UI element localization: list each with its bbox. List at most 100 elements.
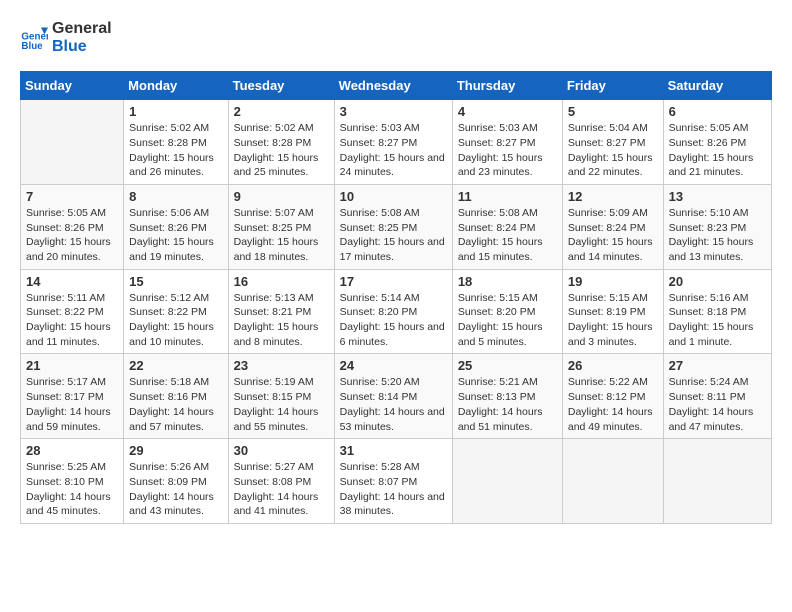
day-number: 18 xyxy=(458,274,557,289)
calendar-cell: 3Sunrise: 5:03 AMSunset: 8:27 PMDaylight… xyxy=(334,100,452,185)
calendar-cell: 13 Sunrise: 5:10 AMSunset: 8:23 PMDayligh… xyxy=(663,184,771,269)
day-number: 14 xyxy=(26,274,118,289)
day-number: 30 xyxy=(234,443,329,458)
calendar-cell: 9Sunrise: 5:07 AMSunset: 8:25 PMDaylight… xyxy=(228,184,334,269)
calendar-cell: 25 Sunrise: 5:21 AMSunset: 8:13 PMDayligh… xyxy=(452,354,562,439)
calendar-cell xyxy=(562,439,663,524)
cell-content: Sunrise: 5:28 AMSunset: 8:07 PMDaylight:… xyxy=(340,460,447,519)
cell-content: Sunrise: 5:19 AMSunset: 8:15 PMDaylight:… xyxy=(234,375,329,434)
calendar-cell xyxy=(21,100,124,185)
day-number: 8 xyxy=(129,189,222,204)
logo: General Blue General Blue xyxy=(20,20,112,55)
cell-content: Sunrise: 5:05 AMSunset: 8:26 PMDaylight:… xyxy=(669,121,766,180)
weekday-header-friday: Friday xyxy=(562,72,663,100)
day-number: 15 xyxy=(129,274,222,289)
cell-content: Sunrise: 5:15 AMSunset: 8:19 PMDaylight:… xyxy=(568,291,658,350)
weekday-header-row: SundayMondayTuesdayWednesdayThursdayFrid… xyxy=(21,72,772,100)
calendar-cell xyxy=(663,439,771,524)
cell-content: Sunrise: 5:15 AMSunset: 8:20 PMDaylight:… xyxy=(458,291,557,350)
calendar-cell: 6 Sunrise: 5:05 AMSunset: 8:26 PMDaylight… xyxy=(663,100,771,185)
day-number: 25 xyxy=(458,358,557,373)
cell-content: Sunrise: 5:25 AMSunset: 8:10 PMDaylight:… xyxy=(26,460,118,519)
day-number: 24 xyxy=(340,358,447,373)
cell-content: Sunrise: 5:17 AMSunset: 8:17 PMDaylight:… xyxy=(26,375,118,434)
day-number: 29 xyxy=(129,443,222,458)
day-number: 2 xyxy=(234,104,329,119)
calendar-cell: 4 Sunrise: 5:03 AMSunset: 8:27 PMDaylight… xyxy=(452,100,562,185)
day-number: 22 xyxy=(129,358,222,373)
calendar-cell: 28 Sunrise: 5:25 AMSunset: 8:10 PMDayligh… xyxy=(21,439,124,524)
calendar-cell: 7 Sunrise: 5:05 AMSunset: 8:26 PMDaylight… xyxy=(21,184,124,269)
weekday-header-saturday: Saturday xyxy=(663,72,771,100)
calendar-week-2: 7 Sunrise: 5:05 AMSunset: 8:26 PMDaylight… xyxy=(21,184,772,269)
day-number: 10 xyxy=(340,189,447,204)
day-number: 28 xyxy=(26,443,118,458)
cell-content: Sunrise: 5:11 AMSunset: 8:22 PMDaylight:… xyxy=(26,291,118,350)
calendar-cell: 5 Sunrise: 5:04 AMSunset: 8:27 PMDaylight… xyxy=(562,100,663,185)
cell-content: Sunrise: 5:03 AMSunset: 8:27 PMDaylight:… xyxy=(458,121,557,180)
day-number: 6 xyxy=(669,104,766,119)
day-number: 31 xyxy=(340,443,447,458)
calendar-cell: 24 Sunrise: 5:20 AMSunset: 8:14 PMDayligh… xyxy=(334,354,452,439)
cell-content: Sunrise: 5:08 AMSunset: 8:24 PMDaylight:… xyxy=(458,206,557,265)
day-number: 7 xyxy=(26,189,118,204)
cell-content: Sunrise: 5:03 AMSunset: 8:27 PMDaylight:… xyxy=(340,121,447,180)
cell-content: Sunrise: 5:04 AMSunset: 8:27 PMDaylight:… xyxy=(568,121,658,180)
calendar-cell: 1 Sunrise: 5:02 AMSunset: 8:28 PMDaylight… xyxy=(124,100,228,185)
logo-icon: General Blue xyxy=(20,24,48,52)
day-number: 21 xyxy=(26,358,118,373)
cell-content: Sunrise: 5:22 AMSunset: 8:12 PMDaylight:… xyxy=(568,375,658,434)
day-number: 17 xyxy=(340,274,447,289)
cell-content: Sunrise: 5:26 AMSunset: 8:09 PMDaylight:… xyxy=(129,460,222,519)
calendar-cell: 14 Sunrise: 5:11 AMSunset: 8:22 PMDayligh… xyxy=(21,269,124,354)
calendar-cell: 26 Sunrise: 5:22 AMSunset: 8:12 PMDayligh… xyxy=(562,354,663,439)
calendar-cell: 12Sunrise: 5:09 AMSunset: 8:24 PMDayligh… xyxy=(562,184,663,269)
calendar-cell: 16 Sunrise: 5:13 AMSunset: 8:21 PMDayligh… xyxy=(228,269,334,354)
cell-content: Sunrise: 5:13 AMSunset: 8:21 PMDaylight:… xyxy=(234,291,329,350)
calendar-cell: 10 Sunrise: 5:08 AMSunset: 8:25 PMDayligh… xyxy=(334,184,452,269)
calendar-cell: 20Sunrise: 5:16 AMSunset: 8:18 PMDayligh… xyxy=(663,269,771,354)
calendar-week-3: 14 Sunrise: 5:11 AMSunset: 8:22 PMDayligh… xyxy=(21,269,772,354)
calendar-cell: 8 Sunrise: 5:06 AMSunset: 8:26 PMDaylight… xyxy=(124,184,228,269)
logo-line1: General xyxy=(52,20,112,38)
weekday-header-monday: Monday xyxy=(124,72,228,100)
cell-content: Sunrise: 5:12 AMSunset: 8:22 PMDaylight:… xyxy=(129,291,222,350)
day-number: 16 xyxy=(234,274,329,289)
cell-content: Sunrise: 5:02 AMSunset: 8:28 PMDaylight:… xyxy=(129,121,222,180)
cell-content: Sunrise: 5:14 AMSunset: 8:20 PMDaylight:… xyxy=(340,291,447,350)
calendar-table: SundayMondayTuesdayWednesdayThursdayFrid… xyxy=(20,71,772,524)
cell-content: Sunrise: 5:06 AMSunset: 8:26 PMDaylight:… xyxy=(129,206,222,265)
calendar-cell: 30 Sunrise: 5:27 AMSunset: 8:08 PMDayligh… xyxy=(228,439,334,524)
day-number: 20 xyxy=(669,274,766,289)
day-number: 27 xyxy=(669,358,766,373)
cell-content: Sunrise: 5:21 AMSunset: 8:13 PMDaylight:… xyxy=(458,375,557,434)
cell-content: Sunrise: 5:20 AMSunset: 8:14 PMDaylight:… xyxy=(340,375,447,434)
day-number: 9 xyxy=(234,189,329,204)
calendar-cell: 29 Sunrise: 5:26 AMSunset: 8:09 PMDayligh… xyxy=(124,439,228,524)
day-number: 4 xyxy=(458,104,557,119)
calendar-cell: 2 Sunrise: 5:02 AMSunset: 8:28 PMDaylight… xyxy=(228,100,334,185)
day-number: 19 xyxy=(568,274,658,289)
day-number: 1 xyxy=(129,104,222,119)
calendar-cell: 19 Sunrise: 5:15 AMSunset: 8:19 PMDayligh… xyxy=(562,269,663,354)
weekday-header-tuesday: Tuesday xyxy=(228,72,334,100)
weekday-header-wednesday: Wednesday xyxy=(334,72,452,100)
cell-content: Sunrise: 5:08 AMSunset: 8:25 PMDaylight:… xyxy=(340,206,447,265)
calendar-week-4: 21 Sunrise: 5:17 AMSunset: 8:17 PMDayligh… xyxy=(21,354,772,439)
cell-content: Sunrise: 5:10 AMSunset: 8:23 PMDaylight:… xyxy=(669,206,766,265)
day-number: 11 xyxy=(458,189,557,204)
day-number: 26 xyxy=(568,358,658,373)
day-number: 13 xyxy=(669,189,766,204)
weekday-header-sunday: Sunday xyxy=(21,72,124,100)
day-number: 5 xyxy=(568,104,658,119)
cell-content: Sunrise: 5:05 AMSunset: 8:26 PMDaylight:… xyxy=(26,206,118,265)
cell-content: Sunrise: 5:02 AMSunset: 8:28 PMDaylight:… xyxy=(234,121,329,180)
calendar-cell: 23Sunrise: 5:19 AMSunset: 8:15 PMDayligh… xyxy=(228,354,334,439)
calendar-cell: 22Sunrise: 5:18 AMSunset: 8:16 PMDayligh… xyxy=(124,354,228,439)
calendar-week-5: 28 Sunrise: 5:25 AMSunset: 8:10 PMDayligh… xyxy=(21,439,772,524)
cell-content: Sunrise: 5:27 AMSunset: 8:08 PMDaylight:… xyxy=(234,460,329,519)
calendar-cell: 15 Sunrise: 5:12 AMSunset: 8:22 PMDayligh… xyxy=(124,269,228,354)
calendar-cell xyxy=(452,439,562,524)
calendar-cell: 11 Sunrise: 5:08 AMSunset: 8:24 PMDayligh… xyxy=(452,184,562,269)
calendar-cell: 27Sunrise: 5:24 AMSunset: 8:11 PMDayligh… xyxy=(663,354,771,439)
